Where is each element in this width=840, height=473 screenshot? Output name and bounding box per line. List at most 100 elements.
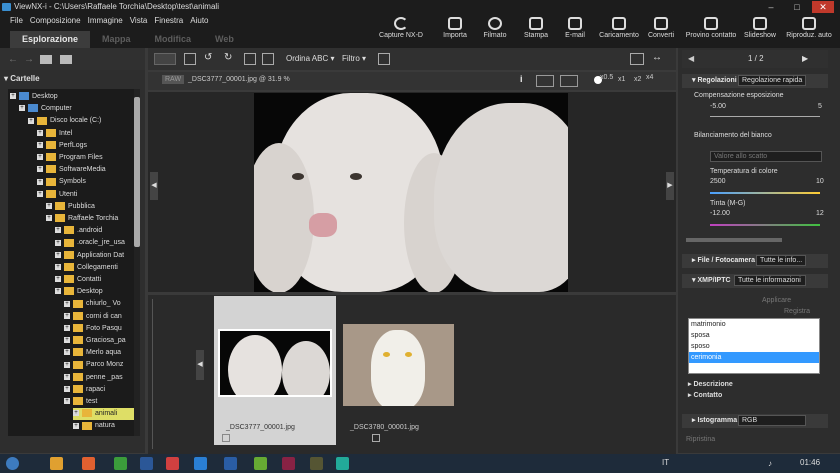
tree-item[interactable]: + Desktop — [55, 286, 103, 298]
expand-toggle-icon[interactable]: + — [37, 141, 43, 148]
tree-item[interactable]: + Utenti — [37, 189, 77, 201]
expand-toggle-icon[interactable]: + — [10, 93, 16, 100]
expand-toggle-icon[interactable]: + — [64, 337, 70, 344]
zoom-x1[interactable]: x1 — [618, 76, 625, 83]
expand-toggle-icon[interactable]: + — [55, 239, 61, 246]
apply-button[interactable]: Applicare — [762, 297, 791, 304]
tree-item[interactable]: + Parco Monz — [64, 359, 123, 371]
tree-item[interactable]: + Program Files — [37, 152, 103, 164]
tree-item[interactable]: + rapaci — [64, 384, 105, 396]
fit-icon[interactable] — [560, 75, 578, 87]
histogram-icon[interactable] — [536, 75, 554, 87]
viewnx-active-icon[interactable] — [336, 457, 349, 470]
tree-item[interactable]: + Contatti — [55, 274, 101, 286]
tab-esplorazione[interactable]: Esplorazione — [10, 31, 91, 48]
scrollbar-thumb[interactable] — [134, 97, 140, 247]
tree-item[interactable]: + Pubblica — [46, 201, 95, 213]
tab-mappa[interactable]: Mappa — [90, 31, 143, 48]
menu-finestra[interactable]: Finestra — [154, 14, 183, 28]
ie-icon[interactable] — [194, 457, 207, 470]
prev-image-button[interactable]: ◀ — [150, 172, 158, 200]
tree-item[interactable]: + Graciosa_pa — [64, 335, 126, 347]
next-image-button[interactable]: ▶ — [666, 172, 674, 200]
tree-item[interactable]: + Computer — [19, 103, 72, 115]
expand-toggle-icon[interactable]: + — [55, 227, 61, 234]
tint-slider[interactable] — [710, 224, 820, 226]
expand-toggle-icon[interactable]: + — [64, 324, 70, 331]
rotate-left-icon[interactable]: ↺ — [204, 52, 212, 63]
upload-button[interactable]: Caricamento — [598, 14, 640, 48]
keyword-item[interactable]: sposo — [689, 341, 819, 352]
tree-item[interactable]: + animali — [73, 408, 136, 421]
expand-toggle-icon[interactable]: + — [64, 349, 70, 356]
tree-item[interactable]: + .oracle_jre_usa — [55, 237, 125, 249]
tree-item[interactable]: + corni di can — [64, 311, 122, 323]
white-balance-dropdown[interactable]: Valore allo scatto — [710, 151, 822, 162]
photoshop-icon[interactable] — [224, 457, 237, 470]
expand-toggle-icon[interactable]: + — [64, 300, 70, 307]
tree-item[interactable]: + PerfLogs — [37, 140, 87, 152]
menu-file[interactable]: File — [10, 14, 23, 28]
capture-nxd-button[interactable]: Capture NX-D — [378, 14, 424, 48]
browser-icon[interactable] — [166, 457, 179, 470]
media-player-icon[interactable] — [82, 457, 95, 470]
start-button-icon[interactable] — [6, 457, 19, 470]
new-folder-icon[interactable] — [60, 55, 72, 64]
back-arrow-icon[interactable]: ← — [8, 54, 18, 65]
keyword-item[interactable]: sposa — [689, 330, 819, 341]
menu-composizione[interactable]: Composizione — [30, 14, 81, 28]
tree-item[interactable]: + Foto Pasqu — [64, 323, 122, 335]
temperature-slider[interactable] — [710, 192, 820, 194]
import-button[interactable]: Importa — [440, 14, 470, 48]
slideshow-button[interactable]: Slideshow — [742, 14, 778, 48]
tree-item[interactable]: + Collegamenti — [55, 262, 118, 274]
tree-item[interactable]: + penne _pas — [64, 372, 123, 384]
main-photo[interactable] — [254, 93, 568, 292]
expand-toggle-icon[interactable]: + — [73, 410, 79, 417]
prev-page-arrow-icon[interactable]: ◀ — [688, 54, 694, 63]
thumbnail-selected[interactable]: _DSC3777_00001.jpg — [214, 296, 336, 445]
tab-web[interactable]: Web — [203, 31, 246, 48]
compare-icon[interactable] — [244, 53, 256, 65]
maximize-button[interactable]: □ — [786, 1, 808, 13]
quick-adjust-dropdown[interactable]: Regolazione rapida — [738, 75, 806, 86]
expand-toggle-icon[interactable]: + — [55, 263, 61, 270]
volume-icon[interactable]: ♪ — [768, 459, 772, 468]
expand-toggle-icon[interactable]: + — [37, 178, 43, 185]
expand-toggle-icon[interactable]: + — [28, 117, 34, 124]
tree-item[interactable]: + Raffaele Torchia — [46, 213, 118, 225]
tree-item[interactable]: + natura — [73, 420, 115, 432]
menu-immagine[interactable]: Immagine — [88, 14, 123, 28]
expand-toggle-icon[interactable]: + — [64, 373, 70, 380]
menu-vista[interactable]: Vista — [130, 14, 148, 28]
word-icon[interactable] — [140, 457, 153, 470]
expand-toggle-icon[interactable]: + — [73, 422, 79, 429]
tree-item[interactable]: + Desktop — [10, 91, 58, 103]
expand-toggle-icon[interactable]: + — [55, 288, 61, 295]
tree-item[interactable]: + .android — [55, 225, 102, 237]
label-icon[interactable] — [378, 53, 390, 65]
reset-button[interactable]: Ripristina — [686, 436, 715, 443]
description-section[interactable]: ▸ Descrizione — [688, 380, 733, 388]
tree-item[interactable]: + Symbols — [37, 176, 86, 188]
histogram-channel-dropdown[interactable]: RGB — [738, 415, 806, 426]
explorer-icon[interactable] — [50, 457, 63, 470]
thumb-rating-icon[interactable] — [222, 434, 230, 442]
keyword-item-selected[interactable]: cerimonia — [689, 352, 819, 363]
tree-item[interactable]: + Application Dat — [55, 250, 124, 262]
autoplay-button[interactable]: Riproduz. auto — [782, 14, 836, 48]
menu-aiuto[interactable]: Aiuto — [190, 14, 208, 28]
layout-icon[interactable] — [154, 53, 176, 65]
expand-arrows-icon[interactable]: ↔ — [652, 52, 662, 63]
rotate-right-icon[interactable]: ↻ — [224, 52, 232, 63]
expand-toggle-icon[interactable]: + — [46, 202, 52, 209]
stack-icon[interactable] — [262, 53, 274, 65]
language-indicator[interactable]: IT — [662, 458, 669, 467]
tree-item[interactable]: + test — [64, 396, 97, 408]
thumb-rating-icon[interactable] — [372, 434, 380, 442]
print-button[interactable]: Stampa — [522, 14, 550, 48]
expand-toggle-icon[interactable]: + — [64, 361, 70, 368]
expand-toggle-icon[interactable]: + — [64, 312, 70, 319]
tab-modifica[interactable]: Modifica — [143, 31, 204, 48]
convert-button[interactable]: Converti — [646, 14, 676, 48]
